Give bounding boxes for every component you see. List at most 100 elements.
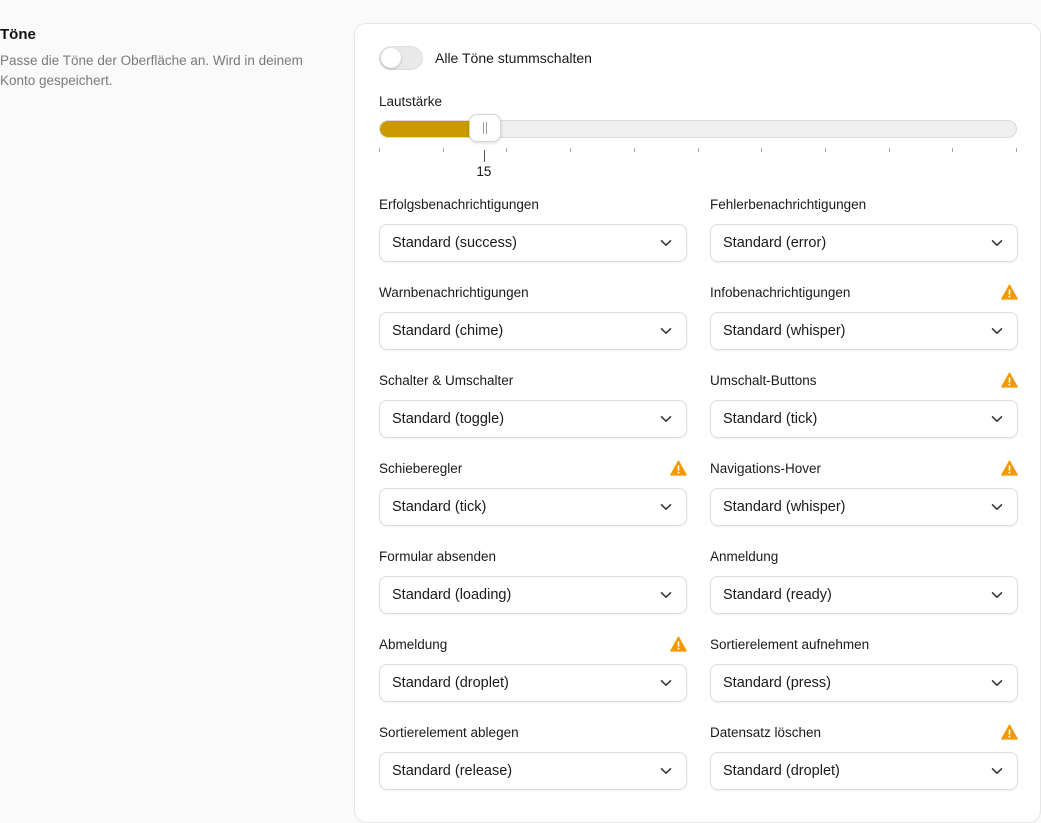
sound-select[interactable]: Standard (ready) — [710, 576, 1018, 614]
slider-tick — [952, 148, 954, 152]
field-label-row: Erfolgsbenachrichtigungen — [379, 194, 687, 214]
chevron-down-icon — [991, 768, 1003, 774]
sound-select[interactable]: Standard (whisper) — [710, 488, 1018, 526]
sound-field-schalter-and-umschalter: Schalter & Umschalter Standard (toggle) — [379, 370, 687, 438]
chevron-down-icon — [660, 592, 672, 598]
field-label-row: Sortierelement aufnehmen — [710, 634, 1018, 654]
field-label: Sortierelement ablegen — [379, 724, 519, 740]
slider-tick — [697, 148, 699, 152]
sound-field-navigations-hover: Navigations-Hover Standard (whisper) — [710, 458, 1018, 526]
section-description: Passe die Töne der Oberfläche an. Wird i… — [0, 53, 303, 88]
field-label-row: Anmeldung — [710, 546, 1018, 566]
sound-field-abmeldung: Abmeldung Standard (droplet) — [379, 634, 687, 702]
grip-icon — [482, 122, 487, 134]
sound-field-datensatz-loeschen: Datensatz löschen Standard (droplet) — [710, 722, 1018, 790]
volume-slider-ticks — [379, 148, 1017, 154]
field-label: Fehlerbenachrichtigungen — [710, 196, 867, 212]
field-label-row: Schalter & Umschalter — [379, 370, 687, 390]
chevron-down-icon — [660, 680, 672, 686]
slider-tick — [506, 148, 508, 152]
slider-tick — [824, 148, 826, 152]
sound-field-erfolgsbenachrichtigungen: Erfolgsbenachrichtigungen Standard (succe… — [379, 194, 687, 262]
warning-triangle-icon — [1001, 284, 1018, 300]
field-label-row: Infobenachrichtigungen — [710, 282, 1018, 302]
select-value: Standard (whisper) — [723, 499, 846, 515]
field-label: Schalter & Umschalter — [379, 372, 514, 388]
sound-select[interactable]: Standard (tick) — [379, 488, 687, 526]
field-label: Datensatz löschen — [710, 724, 822, 740]
sound-select[interactable]: Standard (loading) — [379, 576, 687, 614]
select-value: Standard (droplet) — [392, 675, 509, 691]
chevron-down-icon — [991, 592, 1003, 598]
volume-label: Lautstärke — [379, 94, 443, 109]
sound-select[interactable]: Standard (press) — [710, 664, 1018, 702]
slider-tick — [633, 148, 635, 152]
chevron-down-icon — [660, 768, 672, 774]
sound-field-infobenachrichtigungen: Infobenachrichtigungen Standard (whisper) — [710, 282, 1018, 350]
chevron-down-icon — [991, 240, 1003, 246]
sound-select[interactable]: Standard (toggle) — [379, 400, 687, 438]
select-value: Standard (ready) — [723, 587, 832, 603]
field-label: Sortierelement aufnehmen — [710, 636, 870, 652]
volume-slider-thumb[interactable] — [468, 114, 501, 142]
chevron-down-icon — [660, 416, 672, 422]
sound-field-fehlerbenachrichtigungen: Fehlerbenachrichtigungen Standard (error) — [710, 194, 1018, 262]
field-label: Anmeldung — [710, 548, 779, 564]
field-label-row: Warnbenachrichtigungen — [379, 282, 687, 302]
sound-field-warnbenachrichtigungen: Warnbenachrichtigungen Standard (chime) — [379, 282, 687, 350]
select-value: Standard (release) — [392, 763, 513, 779]
sound-select[interactable]: Standard (droplet) — [710, 752, 1018, 790]
sound-select[interactable]: Standard (chime) — [379, 312, 687, 350]
select-value: Standard (droplet) — [723, 763, 840, 779]
sound-select[interactable]: Standard (whisper) — [710, 312, 1018, 350]
select-value: Standard (success) — [392, 235, 517, 251]
section-title: Töne — [0, 26, 36, 43]
field-label: Formular absenden — [379, 548, 497, 564]
sound-select[interactable]: Standard (droplet) — [379, 664, 687, 702]
warning-triangle-icon — [1001, 460, 1018, 476]
volume-slider-fill — [380, 121, 481, 137]
field-label: Erfolgsbenachrichtigungen — [379, 196, 539, 212]
field-label-row: Schieberegler — [379, 458, 687, 478]
field-label-row: Fehlerbenachrichtigungen — [710, 194, 1018, 214]
warning-triangle-icon — [670, 460, 687, 476]
slider-tick — [379, 148, 380, 152]
field-label: Warnbenachrichtigungen — [379, 284, 529, 300]
chevron-down-icon — [991, 680, 1003, 686]
select-value: Standard (loading) — [392, 587, 512, 603]
volume-value: 15 — [476, 164, 492, 179]
slider-tick — [1016, 148, 1017, 152]
select-value: Standard (tick) — [392, 499, 487, 515]
select-value: Standard (chime) — [392, 323, 504, 339]
field-label-row: Formular absenden — [379, 546, 687, 566]
sound-field-sortierelement-ablegen: Sortierelement ablegen Standard (release) — [379, 722, 687, 790]
select-value: Standard (whisper) — [723, 323, 846, 339]
sound-select[interactable]: Standard (success) — [379, 224, 687, 262]
chevron-down-icon — [991, 416, 1003, 422]
select-value: Standard (press) — [723, 675, 831, 691]
warning-triangle-icon — [670, 636, 687, 652]
sound-select[interactable]: Standard (tick) — [710, 400, 1018, 438]
volume-slider[interactable] — [379, 114, 1017, 142]
field-label: Abmeldung — [379, 636, 448, 652]
chevron-down-icon — [991, 504, 1003, 510]
toggle-knob — [381, 48, 401, 68]
sound-field-anmeldung: Anmeldung Standard (ready) — [710, 546, 1018, 614]
field-label: Navigations-Hover — [710, 460, 822, 476]
field-label-row: Sortierelement ablegen — [379, 722, 687, 742]
slider-tick — [570, 148, 572, 152]
warning-triangle-icon — [1001, 372, 1018, 388]
field-label-row: Umschalt-Buttons — [710, 370, 1018, 390]
chevron-down-icon — [660, 504, 672, 510]
slider-tick — [761, 148, 763, 152]
sound-field-sortierelement-aufnehmen: Sortierelement aufnehmen Standard (press) — [710, 634, 1018, 702]
slider-tick — [888, 148, 890, 152]
slider-tick — [442, 148, 444, 152]
select-value: Standard (error) — [723, 235, 827, 251]
mute-all-toggle[interactable] — [379, 46, 423, 70]
sound-select[interactable]: Standard (release) — [379, 752, 687, 790]
field-label-row: Datensatz löschen — [710, 722, 1018, 742]
sound-field-umschalt-buttons: Umschalt-Buttons Standard (tick) — [710, 370, 1018, 438]
field-label-row: Abmeldung — [379, 634, 687, 654]
sound-select[interactable]: Standard (error) — [710, 224, 1018, 262]
